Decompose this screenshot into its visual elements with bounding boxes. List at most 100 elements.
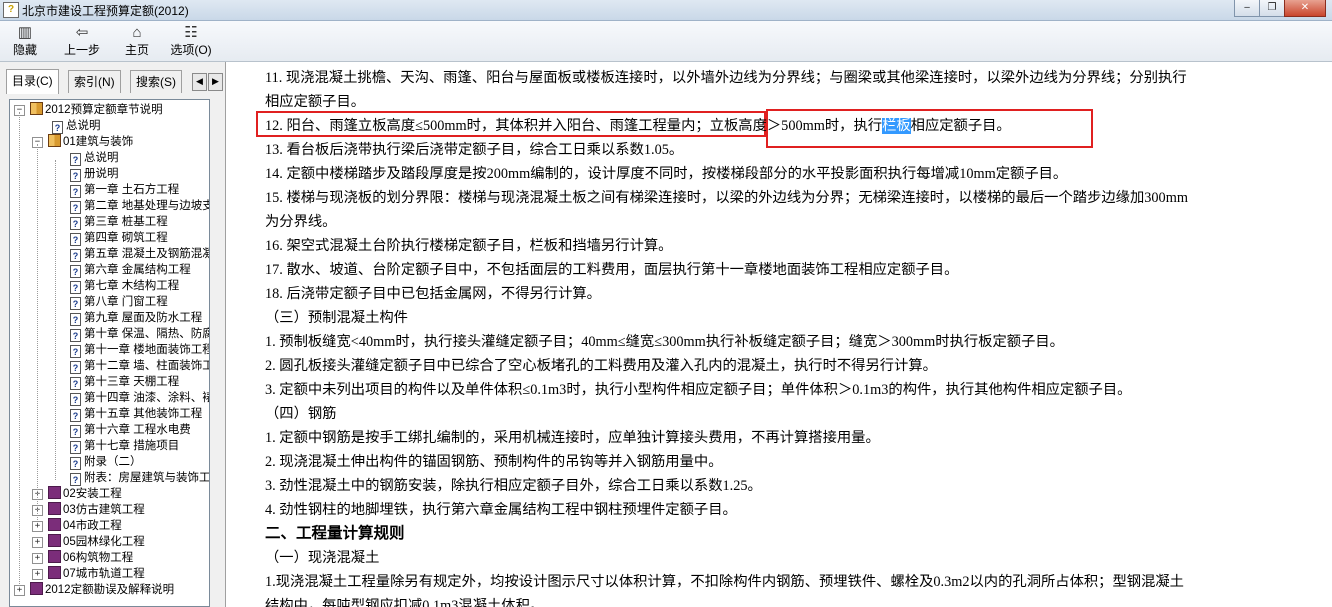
tab-search[interactable]: 搜索(S) (130, 70, 182, 93)
tree-item[interactable]: ?第十二章 墙、柱面装饰工程 (70, 358, 209, 374)
book-closed-icon (48, 534, 61, 547)
content-line: 14. 定额中楼梯踏步及踏段厚度是按200mm编制的，设计厚度不同时，按楼梯段部… (265, 166, 1068, 182)
home-icon: ⌂ (132, 24, 142, 41)
help-topic-icon: ? (70, 329, 81, 342)
tree-item[interactable]: ? 第九章 屋面及防水工程 (70, 310, 202, 326)
tree-item[interactable]: ? 第十六章 工程水电费 (70, 422, 191, 438)
tab-scroll-right-icon[interactable]: ▶ (208, 73, 223, 91)
content-line: 为分界线。 (265, 214, 337, 230)
help-topic-icon: ? (70, 153, 81, 166)
tree-item-label: 第十二章 墙、柱面装饰工程 (84, 360, 209, 372)
content-line: （三）预制混凝土构件 (265, 310, 408, 326)
tree-item[interactable]: ? 第十五章 其他装饰工程 (70, 406, 202, 422)
tree-item[interactable]: 05园林绿化工程 (48, 534, 145, 550)
tree-item[interactable]: ? 第十一章 楼地面装饰工程 (70, 342, 209, 358)
tree-item[interactable]: ? 总说明 (52, 118, 101, 134)
tree-item[interactable]: ? 第七章 木结构工程 (70, 278, 179, 294)
tree-item[interactable]: ? 第一章 土石方工程 (70, 182, 179, 198)
tree-item[interactable]: 06构筑物工程 (48, 550, 133, 566)
content-line: 12. 阳台、雨篷立板高度≤500mm时，其体积并入阳台、雨篷工程量内；立板高度… (265, 115, 1011, 137)
tree-item-label: 第八章 门窗工程 (84, 296, 168, 308)
tree-item[interactable]: ?第二章 地基处理与边坡支护工程 (70, 198, 209, 214)
tree-item[interactable]: ?第十四章 油漆、涂料、裱糊工程 (70, 390, 209, 406)
tree-item-label: 第五章 混凝土及钢筋混凝土工程 (84, 248, 209, 260)
help-topic-icon: ? (70, 361, 81, 374)
book-closed-icon (48, 518, 61, 531)
content-line: 3. 定额中未列出项目的构件以及单件体积≤0.1m3时，执行小型构件相应定额子目… (265, 382, 1132, 398)
tree-item[interactable]: ? 册说明 (70, 166, 119, 182)
tree-item[interactable]: ? 第八章 门窗工程 (70, 294, 168, 310)
tree-item[interactable]: ? 第六章 金属结构工程 (70, 262, 191, 278)
tree-item-label: 05园林绿化工程 (63, 536, 145, 548)
tree-item[interactable]: 2012预算定额章节说明 (30, 102, 163, 118)
help-topic-icon: ? (70, 473, 81, 486)
content-line: 11. 现浇混凝土挑檐、天沟、雨篷、阳台与屋面板或楼板连接时，以外墙外边线为分界… (265, 70, 1187, 86)
back-button[interactable]: ⇦ 上一步 (60, 23, 104, 59)
tree-item-label: 附表：房屋建筑与装饰工程 (84, 472, 210, 484)
tree-item[interactable]: ? 第十七章 措施项目 (70, 438, 179, 454)
expand-icon[interactable]: + (32, 537, 43, 548)
tree-item[interactable]: 07城市轨道工程 (48, 566, 145, 582)
tree-item[interactable]: ? 第四章 砌筑工程 (70, 230, 168, 246)
tree-item-label: 03仿古建筑工程 (63, 504, 145, 516)
content-line: （一）现浇混凝土 (265, 550, 380, 566)
tree-item-label: 第一章 土石方工程 (84, 184, 180, 196)
tree-item[interactable]: 01建筑与装饰 (48, 134, 133, 150)
help-topic-icon: ? (70, 409, 81, 422)
help-topic-icon: ? (70, 457, 81, 470)
restore-button[interactable]: ❐ (1259, 0, 1285, 17)
tree-item[interactable]: ?第十章 保温、隔热、防腐工程 (70, 326, 209, 342)
options-label: 选项(O) (170, 43, 212, 57)
hide-button[interactable]: ▥ 隐藏 (8, 23, 42, 59)
tree-item[interactable]: 03仿古建筑工程 (48, 502, 145, 518)
help-topic-icon: ? (70, 313, 81, 326)
help-topic-icon: ? (70, 249, 81, 262)
home-button[interactable]: ⌂ 主页 (120, 23, 154, 59)
minimize-button[interactable]: ‒ (1234, 0, 1260, 17)
back-label: 上一步 (63, 43, 100, 57)
tree-item-label: 06构筑物工程 (63, 552, 134, 564)
selected-text[interactable]: 栏板 (882, 118, 911, 134)
tree-connector-line (55, 160, 56, 480)
tab-index[interactable]: 索引(N) (68, 70, 121, 93)
help-topic-icon: ? (70, 185, 81, 198)
content-line: 1.现浇混凝土工程量除另有规定外，均按设计图示尺寸以体积计算，不扣除构件内钢筋、… (265, 574, 1184, 590)
book-closed-icon (48, 566, 61, 579)
toolbar: ▥ 隐藏 ⇦ 上一步 ⌂ 主页 ☷ 选项(O) (0, 21, 1332, 62)
nav-tabs: 目录(C) 索引(N) 搜索(S) ◀ ▶ (6, 69, 223, 94)
content-text: 相应定额子目。 (910, 118, 1011, 134)
tree-item-label: 04市政工程 (63, 520, 122, 532)
help-topic-icon: ? (70, 345, 81, 358)
help-book-icon: ? (3, 2, 19, 18)
book-open-icon (48, 134, 61, 147)
tree-item-label: 2012定额勘误及解释说明 (45, 584, 175, 596)
tree-item[interactable]: 04市政工程 (48, 518, 122, 534)
tree-item[interactable]: 02安装工程 (48, 486, 122, 502)
tree-item[interactable]: ? 总说明 (70, 150, 119, 166)
window-controls: ‒ ❐ ✕ (1234, 0, 1326, 18)
navigation-pane: 目录(C) 索引(N) 搜索(S) ◀ ▶ −2012预算定额章节说明? 总说明 −… (0, 62, 226, 607)
book-closed-icon (48, 486, 61, 499)
expand-icon[interactable]: + (32, 521, 43, 532)
tab-contents[interactable]: 目录(C) (6, 69, 59, 94)
tree-item-label: 第七章 木结构工程 (84, 280, 180, 292)
help-topic-icon: ? (70, 425, 81, 438)
expand-icon[interactable]: + (32, 569, 43, 580)
book-open-icon (30, 102, 43, 115)
close-button[interactable]: ✕ (1284, 0, 1326, 17)
tree-item[interactable]: ?第五章 混凝土及钢筋混凝土工程 (70, 246, 209, 262)
content-line: 2. 圆孔板接头灌缝定额子目中已综合了空心板堵孔的工料费用及灌入孔内的混凝土，执… (265, 358, 937, 374)
tree-item-label: 01建筑与装饰 (63, 136, 134, 148)
topic-content: 11. 现浇混凝土挑檐、天沟、雨篷、阳台与屋面板或楼板连接时，以外墙外边线为分界… (230, 62, 1332, 607)
expand-icon[interactable]: + (32, 553, 43, 564)
tree-item[interactable]: ? 附录（二） (70, 454, 142, 470)
options-button[interactable]: ☷ 选项(O) (166, 23, 216, 59)
title-bar: ? 北京市建设工程预算定额(2012) ‒ ❐ ✕ (0, 0, 1332, 21)
tree-item[interactable]: ? 附表：房屋建筑与装饰工程 (70, 470, 210, 486)
book-closed-icon (48, 550, 61, 563)
tree-item[interactable]: 2012定额勘误及解释说明 (30, 582, 174, 598)
tree-item[interactable]: ? 第十三章 天棚工程 (70, 374, 179, 390)
tab-scroll-left-icon[interactable]: ◀ (192, 73, 207, 91)
tree-item[interactable]: ? 第三章 桩基工程 (70, 214, 168, 230)
contents-tree: −2012预算定额章节说明? 总说明 −01建筑与装饰? 总说明? 册说明? 第一章 土石… (9, 99, 210, 607)
